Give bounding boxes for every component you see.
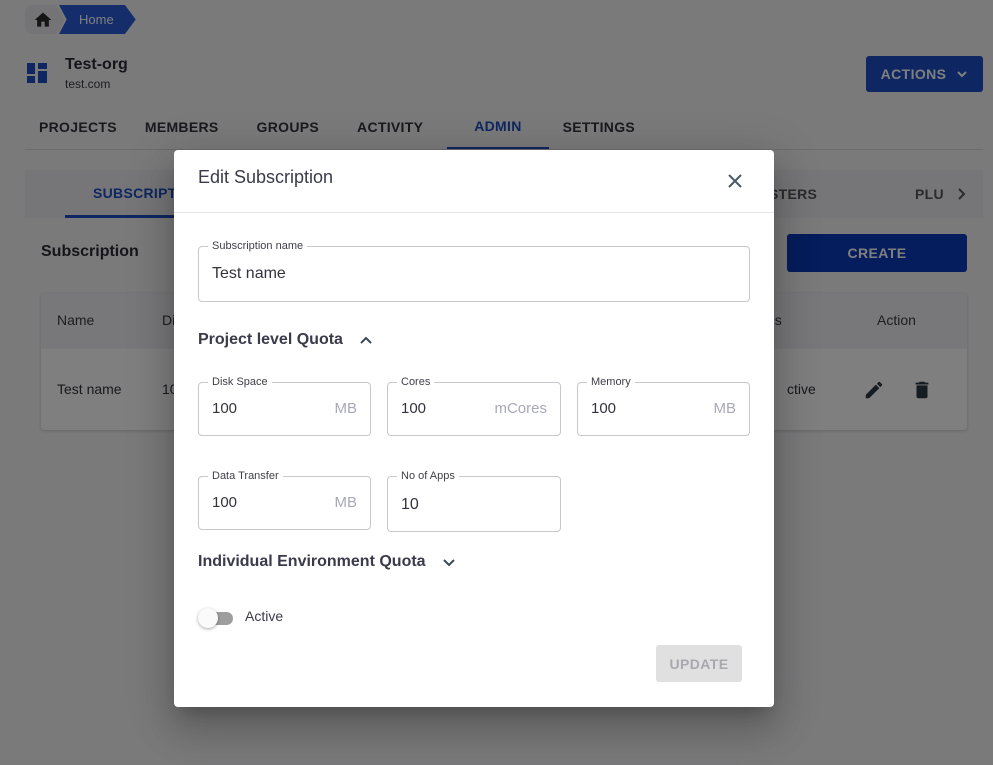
active-toggle-label: Active bbox=[245, 608, 284, 624]
env-quota-title: Individual Environment Quota bbox=[198, 553, 426, 570]
data-transfer-field[interactable]: Data Transfer 100 MB bbox=[198, 469, 371, 530]
disk-space-label: Disk Space bbox=[208, 375, 272, 389]
data-transfer-unit: MB bbox=[334, 494, 358, 511]
active-toggle[interactable] bbox=[198, 608, 234, 628]
data-transfer-value: 100 bbox=[212, 494, 238, 511]
no-of-apps-field[interactable]: No of Apps 10 bbox=[387, 469, 561, 532]
cores-value: 100 bbox=[401, 400, 427, 417]
close-button[interactable] bbox=[722, 170, 748, 192]
dialog-header: Edit Subscription bbox=[174, 150, 774, 213]
subscription-name-field[interactable]: Subscription name Test name bbox=[198, 239, 750, 302]
env-quota-heading[interactable]: Individual Environment Quota bbox=[198, 553, 456, 571]
cores-field[interactable]: Cores 100 mCores bbox=[387, 375, 561, 436]
data-transfer-label: Data Transfer bbox=[208, 469, 283, 483]
close-icon bbox=[728, 174, 742, 188]
no-of-apps-value: 10 bbox=[401, 496, 419, 513]
memory-field[interactable]: Memory 100 MB bbox=[577, 375, 750, 436]
dialog-title: Edit Subscription bbox=[198, 167, 334, 187]
disk-space-unit: MB bbox=[334, 400, 358, 417]
cores-unit: mCores bbox=[494, 400, 547, 417]
cores-label: Cores bbox=[397, 375, 435, 389]
disk-space-value: 100 bbox=[212, 400, 238, 417]
no-of-apps-label: No of Apps bbox=[397, 469, 459, 483]
disk-space-field[interactable]: Disk Space 100 MB bbox=[198, 375, 371, 436]
update-button[interactable]: UPDATE bbox=[656, 645, 742, 682]
project-quota-heading[interactable]: Project level Quota bbox=[198, 331, 373, 349]
memory-label: Memory bbox=[587, 375, 635, 389]
chevron-up-icon bbox=[360, 336, 372, 344]
subscription-name-value: Test name bbox=[212, 265, 286, 282]
toggle-thumb bbox=[198, 608, 218, 628]
memory-value: 100 bbox=[591, 400, 617, 417]
edit-subscription-dialog: Edit Subscription Subscription name Test… bbox=[174, 150, 774, 707]
chevron-down-icon bbox=[442, 559, 455, 567]
project-quota-title: Project level Quota bbox=[198, 331, 343, 348]
subscription-name-label: Subscription name bbox=[208, 239, 308, 253]
memory-unit: MB bbox=[713, 400, 737, 417]
